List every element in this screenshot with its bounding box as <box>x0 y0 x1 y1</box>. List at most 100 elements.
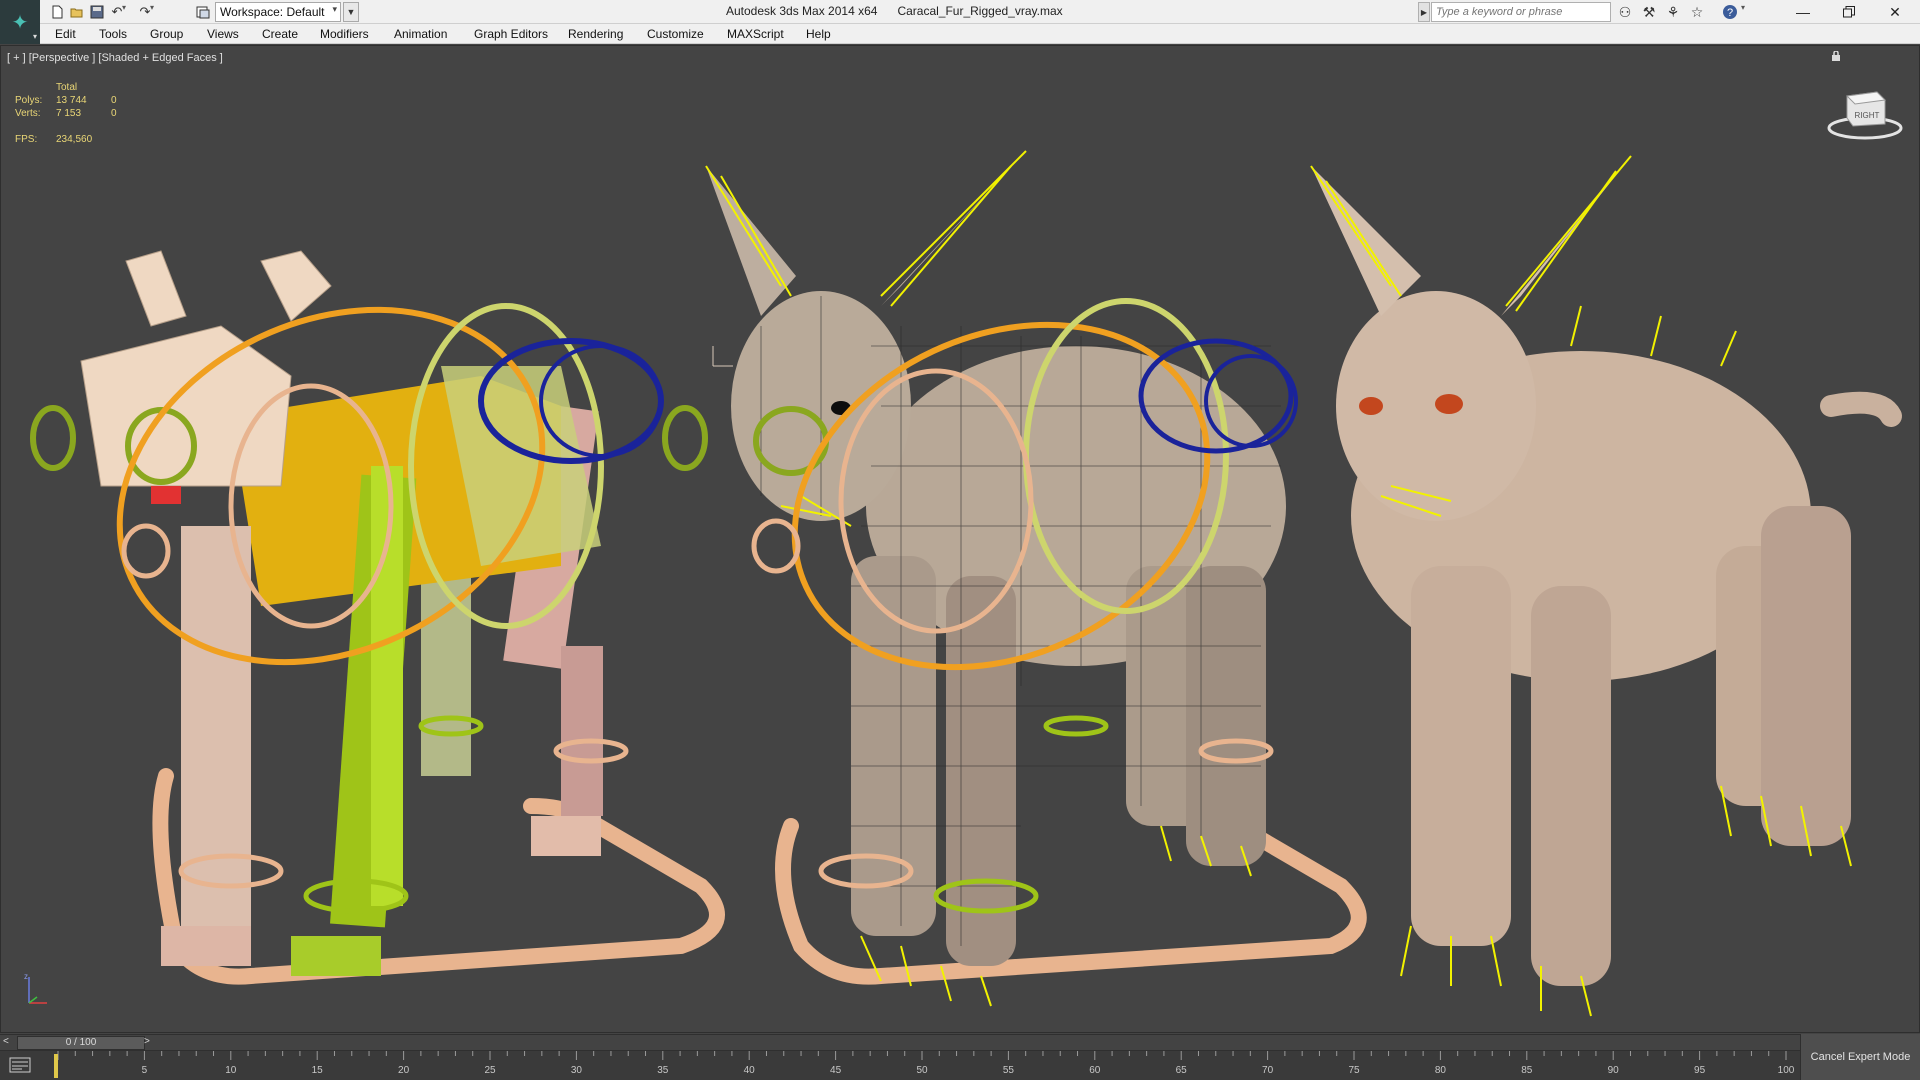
favorites-button[interactable]: ☆ <box>1686 2 1708 22</box>
menu-group[interactable]: Group <box>150 27 183 41</box>
ruler-tick-label: 65 <box>1176 1065 1188 1076</box>
ruler-tick-label: 70 <box>1262 1065 1274 1076</box>
caracal-wireframe-model[interactable] <box>662 150 1367 1007</box>
ruler-tick-label: 10 <box>225 1065 237 1076</box>
ruler-tick-label: 85 <box>1521 1065 1533 1076</box>
curve-editor-icon[interactable] <box>6 1056 36 1074</box>
viewport-label-menu[interactable]: [ + ] [Perspective ] [Shaded + Edged Fac… <box>7 52 223 64</box>
signal-icon: ⚘ <box>1666 3 1680 20</box>
ruler-tick-label: 20 <box>398 1065 410 1076</box>
ruler-tick-label: 55 <box>1003 1065 1015 1076</box>
restore-button[interactable] <box>1826 0 1872 24</box>
ruler-tick-label: 40 <box>744 1065 756 1076</box>
ruler-tick-label: 30 <box>571 1065 583 1076</box>
menu-create[interactable]: Create <box>262 27 298 41</box>
undo-dropdown-icon[interactable]: ▾ <box>122 3 130 12</box>
cancel-expert-mode-button[interactable]: Cancel Expert Mode <box>1800 1034 1920 1080</box>
help-button[interactable]: ? <box>1719 2 1741 22</box>
scene-render[interactable] <box>1 46 1920 1033</box>
chevron-down-icon: ▾ <box>332 4 337 14</box>
chevron-right-icon: > <box>144 1036 150 1047</box>
ruler-tick-label: 50 <box>916 1065 928 1076</box>
viewcube[interactable]: RIGHT <box>1827 82 1903 142</box>
ruler-tick-label: 90 <box>1608 1065 1620 1076</box>
window-title: Autodesk 3ds Max 2014 x64 Caracal_Fur_Rig… <box>726 4 1083 18</box>
chevron-right-icon: ▶ <box>1420 7 1428 17</box>
previous-frame-button[interactable]: < <box>3 1036 13 1050</box>
caracal-fur-model[interactable] <box>1310 155 1902 1017</box>
ruler-tick-label: 95 <box>1694 1065 1706 1076</box>
application-menu-button[interactable]: ✦ ▾ <box>0 0 40 44</box>
redo-dropdown-icon[interactable]: ▾ <box>150 3 158 12</box>
stats-verts-total: 7 153 <box>56 108 82 119</box>
workspace-label: Workspace: Default <box>220 5 325 19</box>
redo-icon: ↷ <box>139 4 151 19</box>
menu-modifiers[interactable]: Modifiers <box>320 27 369 41</box>
lock-icon[interactable] <box>1831 51 1841 61</box>
menu-graph-editors[interactable]: Graph Editors <box>474 27 548 41</box>
frame-ruler: 5 10 15 20 25 30 35 40 45 50 55 60 65 70 75 80 85 90 95 100 <box>57 1051 1795 1076</box>
stats-polys-label: Polys: <box>15 95 43 106</box>
title-bar: ✦ ▾ ↶ ▾ ↷ ▾ Workspace: Default ▾ ▼ Autod… <box>0 0 1920 44</box>
menu-tools[interactable]: Tools <box>99 27 127 41</box>
minimize-icon: — <box>1796 4 1810 20</box>
menu-bar: Edit Tools Group Views Create Modifiers … <box>40 24 1920 44</box>
current-frame-marker[interactable] <box>54 1054 58 1078</box>
perspective-viewport[interactable]: [ + ] [Perspective ] [Shaded + Edged Fac… <box>0 45 1920 1033</box>
app-logo-icon: ✦ <box>11 10 29 34</box>
subscription-center-button[interactable]: ⚒ <box>1638 2 1660 22</box>
menu-maxscript[interactable]: MAXScript <box>727 27 784 41</box>
new-scene-button[interactable] <box>46 2 68 22</box>
ruler-tick-label: 25 <box>484 1065 496 1076</box>
rig-bones-model[interactable] <box>30 243 725 985</box>
help-icon: ? <box>1723 5 1737 19</box>
folder-open-icon <box>70 8 83 18</box>
close-icon: ✕ <box>1889 3 1901 20</box>
app-name: Autodesk 3ds Max 2014 x64 <box>726 4 878 18</box>
stats-fps-label: FPS: <box>15 134 38 145</box>
chevron-down-icon: ▼ <box>346 7 356 17</box>
binoculars-icon: ⚇ <box>1618 3 1632 20</box>
project-folder-button[interactable] <box>192 2 214 22</box>
workspace-flyout-button[interactable]: ▼ <box>343 2 359 22</box>
ruler-tick-label: 5 <box>142 1065 148 1076</box>
project-folder-icon <box>196 6 210 19</box>
menu-help[interactable]: Help <box>806 27 831 41</box>
search-collapse-button[interactable]: ▶ <box>1418 2 1430 22</box>
chevron-down-icon: ▾ <box>32 32 37 41</box>
close-button[interactable]: ✕ <box>1872 0 1918 24</box>
stats-header: Total <box>56 82 78 93</box>
menu-animation[interactable]: Animation <box>394 27 447 41</box>
save-icon <box>90 5 104 19</box>
workspace-dropdown[interactable]: Workspace: Default ▾ <box>215 2 341 22</box>
stats-verts-selected: 0 <box>111 108 117 119</box>
new-file-icon <box>52 5 63 19</box>
star-icon: ☆ <box>1690 3 1704 20</box>
ruler-tick-label: 100 <box>1778 1065 1795 1076</box>
help-dropdown-icon[interactable]: ▾ <box>1741 3 1749 12</box>
menu-views[interactable]: Views <box>207 27 239 41</box>
file-name: Caracal_Fur_Rigged_vray.max <box>897 4 1063 18</box>
search-input[interactable] <box>1431 2 1611 22</box>
svg-text:z: z <box>24 972 28 981</box>
stats-fps-value: 234,560 <box>56 134 93 145</box>
restore-icon <box>1843 6 1855 18</box>
save-file-button[interactable] <box>86 2 108 22</box>
trackbar[interactable]: 5 10 15 20 25 30 35 40 45 50 55 60 65 70 75 80 85 90 95 100 <box>0 1051 1800 1080</box>
search-binoculars-button[interactable]: ⚇ <box>1614 2 1636 22</box>
menu-edit[interactable]: Edit <box>55 27 76 41</box>
chevron-left-icon: < <box>3 1036 9 1047</box>
time-slider-area: < 0 / 100 > 5 10 15 20 25 30 35 40 45 50 55 60 65 70 7… <box>0 1034 1920 1080</box>
communication-center-button[interactable]: ⚘ <box>1662 2 1684 22</box>
menu-customize[interactable]: Customize <box>647 27 704 41</box>
open-file-button[interactable] <box>66 2 88 22</box>
ruler-tick-label: 45 <box>830 1065 842 1076</box>
menu-rendering[interactable]: Rendering <box>568 27 623 41</box>
minimize-button[interactable]: — <box>1780 0 1826 24</box>
svg-text:?: ? <box>1727 7 1733 19</box>
stats-verts-label: Verts: <box>15 108 41 119</box>
next-frame-button[interactable]: > <box>144 1036 154 1050</box>
viewcube-face-label: RIGHT <box>1855 111 1880 120</box>
time-slider-thumb[interactable]: 0 / 100 <box>17 1036 145 1050</box>
time-slider[interactable]: < 0 / 100 > <box>0 1034 1800 1051</box>
